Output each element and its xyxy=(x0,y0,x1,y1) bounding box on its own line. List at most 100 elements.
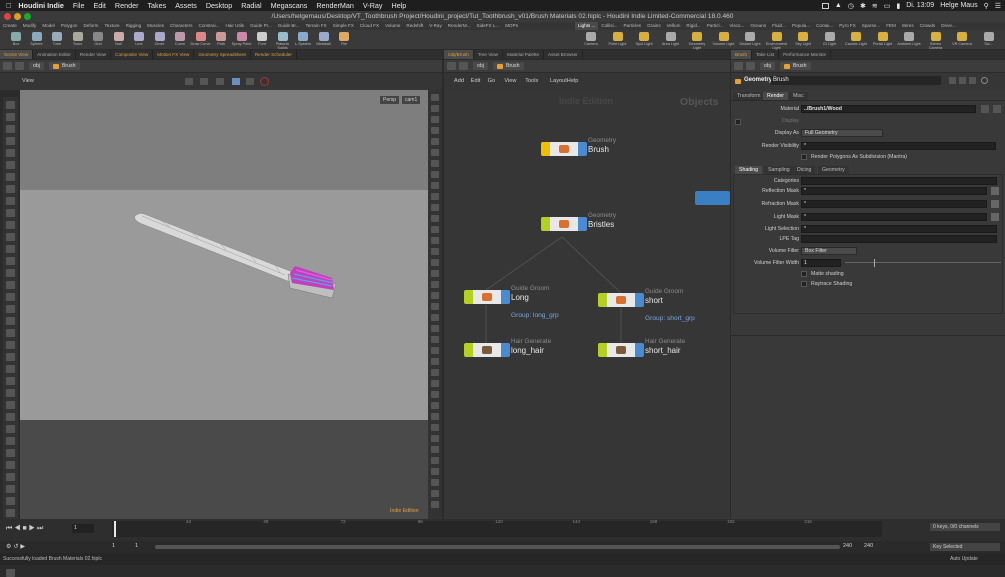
pane-tab[interactable]: Brush xyxy=(731,50,753,59)
network-menu-item[interactable]: Layout xyxy=(550,78,567,84)
menu-assets[interactable]: Assets xyxy=(175,1,197,10)
display-option-icon[interactable] xyxy=(431,325,439,332)
viewport-tool-icon[interactable] xyxy=(6,365,15,373)
viewport-tool-icon[interactable] xyxy=(6,293,15,301)
forward-icon[interactable] xyxy=(15,62,24,70)
pane-tab[interactable]: /obj/Brush xyxy=(444,50,474,59)
shelf-tool[interactable]: File xyxy=(332,31,356,49)
back-icon[interactable] xyxy=(3,62,12,70)
choose-operator-icon[interactable] xyxy=(993,105,1001,113)
range-controls[interactable]: ⚙↺▶ xyxy=(6,543,27,550)
viewport-tool-icon[interactable] xyxy=(6,437,15,445)
display-option-icon[interactable] xyxy=(431,413,439,420)
bluetooth-icon[interactable]: ✱ xyxy=(860,2,866,10)
record-icon[interactable] xyxy=(260,77,269,86)
viewport-tool-icon[interactable] xyxy=(6,113,15,121)
viewport-tool-icon[interactable] xyxy=(6,221,15,229)
viewport-tool-icon[interactable] xyxy=(6,257,15,265)
display-option-icon[interactable] xyxy=(431,248,439,255)
shelf-tab[interactable]: Polygon xyxy=(58,22,81,30)
network-menu-item[interactable]: Go xyxy=(488,78,495,84)
battery-icon[interactable]: ▮ xyxy=(896,2,900,10)
display-option-icon[interactable] xyxy=(431,149,439,156)
pane-tab[interactable]: Tree View xyxy=(474,50,504,59)
shelf-tab[interactable]: Model xyxy=(39,22,58,30)
viewport-tool-icon[interactable] xyxy=(6,233,15,241)
network-editor[interactable]: Indie Edition Objects Geometry Brush Geome… xyxy=(444,90,730,519)
viewport-tool-icon[interactable] xyxy=(6,209,15,217)
viewport-tool-icon[interactable] xyxy=(6,161,15,169)
light-selection-field[interactable]: * xyxy=(801,225,997,233)
display-option-icon[interactable] xyxy=(431,138,439,145)
volume-width-slider[interactable] xyxy=(845,262,1001,263)
shelf-tab[interactable]: Visco... xyxy=(726,22,747,30)
viewport-tool-icon[interactable] xyxy=(6,497,15,505)
pane-tab[interactable]: Animation Editor xyxy=(33,50,76,59)
shelf-tool[interactable]: Ambient Light xyxy=(897,31,921,49)
viewport-tool-icon[interactable] xyxy=(6,413,15,421)
mask-select-icon[interactable] xyxy=(991,200,999,208)
display-option-icon[interactable] xyxy=(431,490,439,497)
viewport-tool-icon[interactable] xyxy=(6,485,15,493)
menu-vray[interactable]: V-Ray xyxy=(363,1,383,10)
pane-tab[interactable]: Material Palette xyxy=(503,50,545,59)
window-icon[interactable] xyxy=(821,2,829,9)
wifi-icon[interactable]: ≋ xyxy=(872,2,878,10)
display-option-icon[interactable] xyxy=(431,281,439,288)
viewport-tool-icon[interactable] xyxy=(6,509,15,517)
viewport-tool-icon[interactable] xyxy=(6,341,15,349)
shelf-tab[interactable]: Characters xyxy=(167,22,195,30)
minimize-window-button[interactable] xyxy=(14,13,21,20)
render-visibility-field[interactable]: * xyxy=(801,142,996,150)
pane-tab[interactable]: Take List xyxy=(752,50,780,59)
shelf-tool[interactable]: GI Light xyxy=(818,31,842,49)
menu-megascans[interactable]: Megascans xyxy=(271,1,308,10)
viewport-tool-icon[interactable] xyxy=(6,401,15,409)
tab-render[interactable]: Render xyxy=(763,92,789,100)
viewport-tool-icon[interactable] xyxy=(6,461,15,469)
viewport-tool-icon[interactable] xyxy=(6,173,15,181)
close-window-button[interactable] xyxy=(4,13,11,20)
shelf-tool[interactable]: Environment Light xyxy=(765,31,789,50)
shelf-tab[interactable]: Grains xyxy=(644,22,664,30)
volume-filter-dropdown[interactable]: Box Filter xyxy=(801,247,857,255)
keys-channels-dropdown[interactable]: 0 keys, 0/0 channels xyxy=(930,523,1000,531)
shelf-tab[interactable]: Terrain FX xyxy=(303,22,330,30)
display-option-icon[interactable] xyxy=(431,336,439,343)
shelf-tab[interactable]: Simple FX xyxy=(330,22,357,30)
shelf-tab[interactable]: Contai... xyxy=(813,22,836,30)
display-option-icon[interactable] xyxy=(431,347,439,354)
display-option-icon[interactable] xyxy=(431,402,439,409)
range-slider[interactable] xyxy=(155,545,840,549)
viewport-tool-icon[interactable] xyxy=(6,269,15,277)
control-center-icon[interactable]: ☰ xyxy=(995,2,1001,10)
shelf-tab[interactable]: Wires xyxy=(899,22,917,30)
display-option-icon[interactable] xyxy=(431,468,439,475)
shelf-tool[interactable]: Caustic Light xyxy=(844,31,868,49)
viewport-tool-icon[interactable] xyxy=(6,305,15,313)
shelf-tool[interactable]: VR Camera xyxy=(950,31,974,49)
display-option-icon[interactable] xyxy=(431,424,439,431)
viewport-tool-icon[interactable] xyxy=(6,197,15,205)
help-circle-icon[interactable] xyxy=(981,77,988,84)
key-selected-dropdown[interactable]: Key Selected xyxy=(930,543,1000,551)
shelf-tool[interactable]: Sky Light xyxy=(791,31,815,49)
display-option-icon[interactable] xyxy=(431,215,439,222)
pane-tab[interactable]: Composite View xyxy=(111,50,154,59)
viewport-tool-icon[interactable] xyxy=(6,449,15,457)
display-option-icon[interactable] xyxy=(431,314,439,321)
shelf-tab[interactable]: MOPs xyxy=(502,22,521,30)
menu-file[interactable]: File xyxy=(73,1,85,10)
node-name[interactable]: Long xyxy=(511,293,529,302)
shelf-tab[interactable]: Texture xyxy=(102,22,123,30)
viewport-tool-icon[interactable] xyxy=(6,149,15,157)
shelf-tool[interactable]: Geometry Light xyxy=(685,31,709,50)
tab-sampling[interactable]: Sampling xyxy=(764,166,794,174)
display-option-icon[interactable] xyxy=(431,94,439,101)
shelf-tab[interactable]: Guide Pr... xyxy=(247,22,275,30)
shelf-tab[interactable]: Hair Utils xyxy=(222,22,247,30)
mask-select-icon[interactable] xyxy=(991,213,999,221)
network-menu-item[interactable]: Help xyxy=(567,78,579,84)
display-option-icon[interactable] xyxy=(431,292,439,299)
network-menu-item[interactable]: View xyxy=(504,78,516,84)
